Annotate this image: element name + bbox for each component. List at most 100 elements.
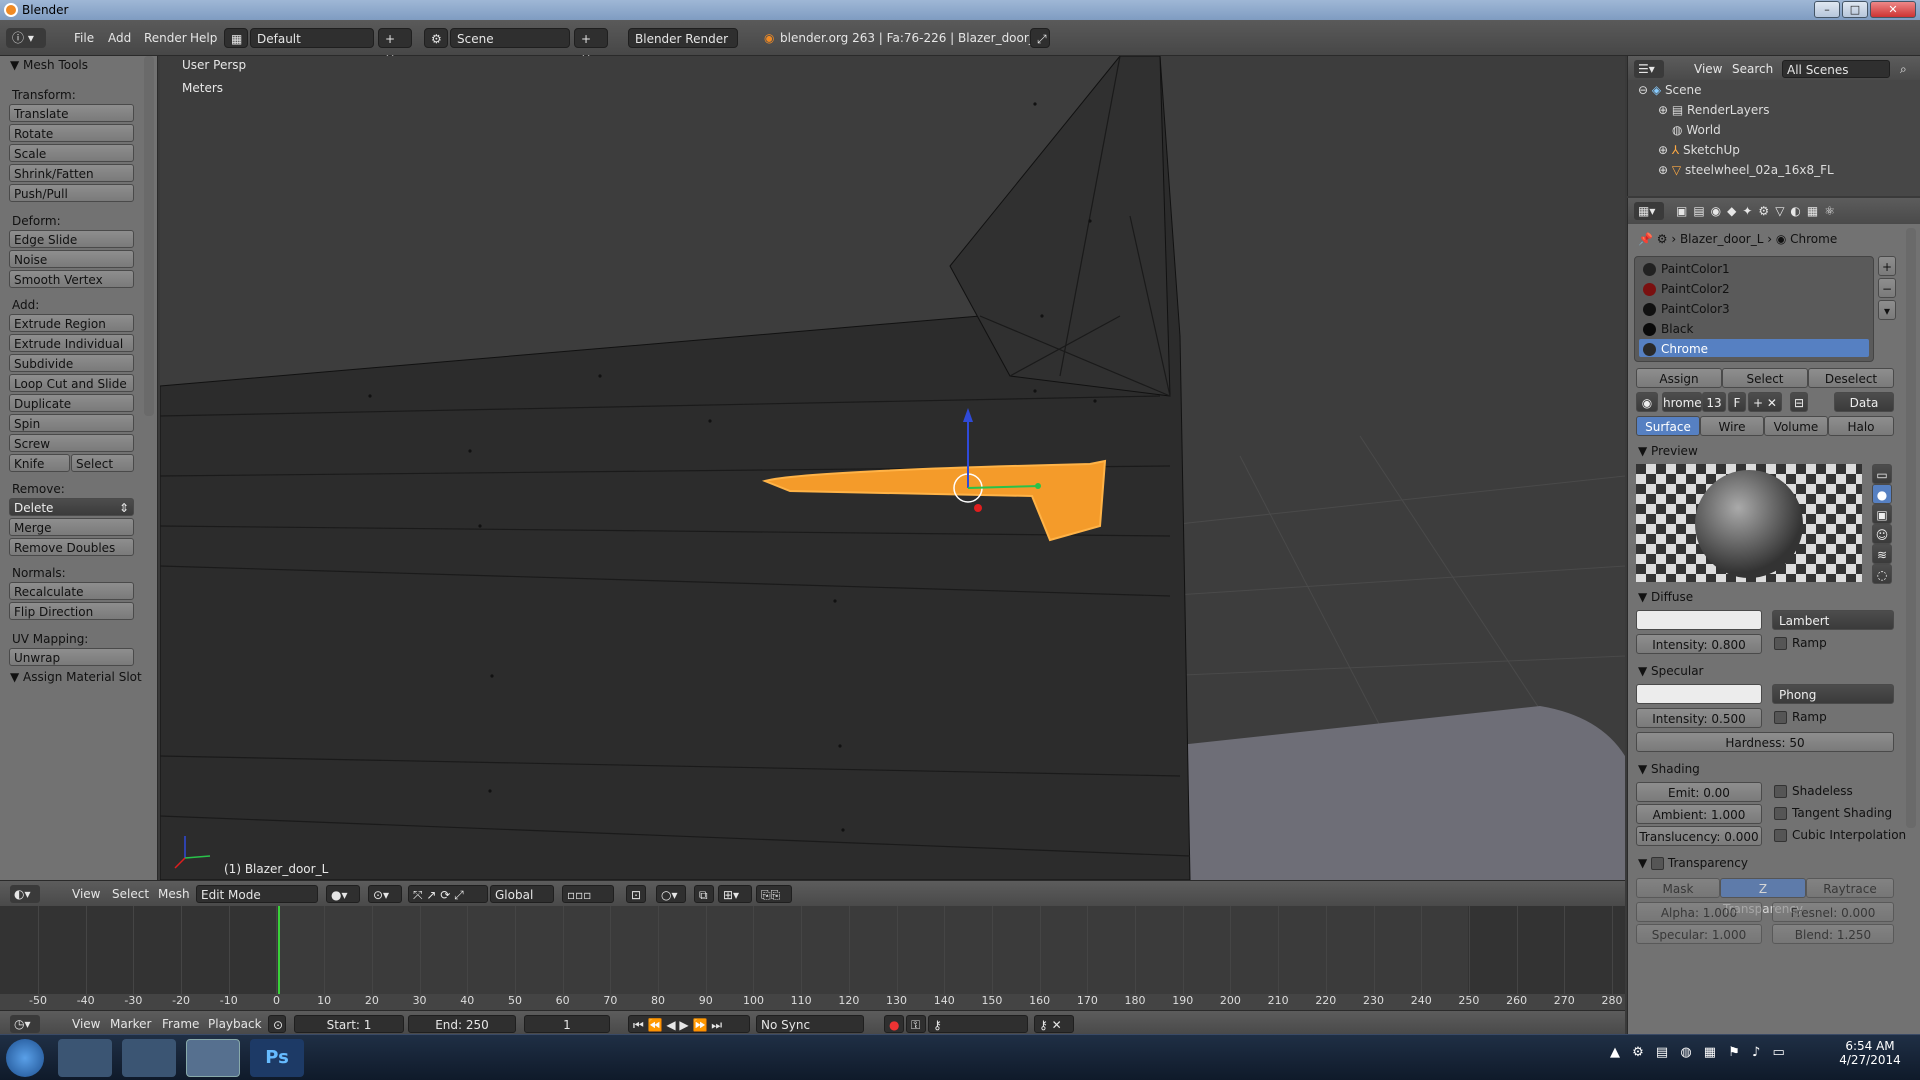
- spin-button[interactable]: Spin: [9, 414, 134, 432]
- translucency-field[interactable]: Translucency: 0.000: [1636, 826, 1762, 846]
- playback-controls-icon[interactable]: ⏮ ⏪ ◀ ▶ ⏩ ⏭: [628, 1015, 750, 1033]
- specular-shader-select[interactable]: Phong: [1772, 684, 1894, 704]
- noise-button[interactable]: Noise: [9, 250, 134, 268]
- transparency-panel-header[interactable]: ▼ Transparency: [1638, 856, 1748, 870]
- screen-layout-icon[interactable]: ▦: [224, 28, 248, 48]
- delete-dropdown[interactable]: Delete ⇕: [9, 498, 134, 516]
- transparency-checkbox[interactable]: [1651, 857, 1665, 870]
- loop-cut-button[interactable]: Loop Cut and Slide: [9, 374, 134, 392]
- deselect-button[interactable]: Deselect: [1808, 368, 1894, 388]
- shading-panel-header[interactable]: ▼ Shading: [1638, 762, 1700, 776]
- timeline-menu-frame[interactable]: Frame: [158, 1015, 203, 1033]
- blender-taskbar-icon[interactable]: [186, 1039, 240, 1077]
- recalculate-button[interactable]: Recalculate: [9, 582, 134, 600]
- preview-cube-icon[interactable]: ▣: [1872, 504, 1892, 524]
- slot-specials-icon[interactable]: ▾: [1878, 300, 1896, 320]
- specular-color-field[interactable]: [1636, 684, 1762, 704]
- flip-direction-button[interactable]: Flip Direction: [9, 602, 134, 620]
- rotate-button[interactable]: Rotate: [9, 124, 134, 142]
- remove-doubles-button[interactable]: Remove Doubles: [9, 538, 134, 556]
- material-name-field[interactable]: hrome: [1662, 392, 1702, 412]
- preview-monkey-icon[interactable]: ☺: [1872, 524, 1892, 544]
- trans-tab-mask[interactable]: Mask: [1636, 878, 1720, 898]
- ambient-field[interactable]: Ambient: 1.000: [1636, 804, 1762, 824]
- preview-panel-header[interactable]: ▼ Preview: [1638, 444, 1698, 458]
- menu-file[interactable]: File: [68, 28, 100, 48]
- timeline-ruler[interactable]: -50 -40 -30 -20 -10 0 10 20 30 40 50 60 70 80 90 100 110…: [0, 994, 1625, 1010]
- editor-type-icon[interactable]: ⓘ ▾: [6, 28, 46, 48]
- select-button[interactable]: Select: [1722, 368, 1808, 388]
- fresnel-field[interactable]: Fresnel: 0.000: [1772, 902, 1894, 922]
- knife-button[interactable]: Knife: [9, 454, 70, 472]
- hardness-field[interactable]: Hardness: 50: [1636, 732, 1894, 752]
- start-button-icon[interactable]: [6, 1039, 44, 1077]
- blend-field[interactable]: Blend: 1.250: [1772, 924, 1894, 944]
- screen-add-remove-icon[interactable]: + ✕: [378, 28, 412, 66]
- maximize-button[interactable]: □: [1842, 1, 1868, 18]
- orientation-select[interactable]: Global: [490, 885, 554, 903]
- tab-halo[interactable]: Halo: [1828, 416, 1894, 436]
- manipulator-icons[interactable]: ⤧ ↗ ⟳ ⤢: [408, 885, 488, 903]
- tangent-shading-checkbox[interactable]: [1774, 807, 1787, 820]
- screen-layout-field[interactable]: Default: [250, 28, 374, 48]
- diffuse-ramp-checkbox[interactable]: [1774, 637, 1787, 650]
- diffuse-intensity-slider[interactable]: Intensity: 0.800: [1636, 634, 1762, 654]
- preview-range-icon[interactable]: ⊙: [268, 1015, 286, 1033]
- viewport-menu-select[interactable]: Select: [108, 885, 153, 903]
- push-pull-button[interactable]: Push/Pull: [9, 184, 134, 202]
- context-tab-icons[interactable]: ▣▤◉◆✦⚙▽◐▦⚛: [1672, 202, 1912, 220]
- diffuse-panel-header[interactable]: ▼ Diffuse: [1638, 590, 1693, 604]
- link-select[interactable]: Data: [1834, 392, 1894, 412]
- mode-select[interactable]: Edit Mode: [196, 885, 318, 903]
- scene-field[interactable]: Scene: [450, 28, 570, 48]
- toolshelf-scrollbar[interactable]: [144, 56, 154, 416]
- unwrap-button[interactable]: Unwrap: [9, 648, 134, 666]
- timeline-menu-view[interactable]: View: [68, 1015, 104, 1033]
- start-frame-field[interactable]: Start: 1: [294, 1015, 404, 1033]
- shading-select-icon[interactable]: ●▾: [326, 885, 360, 903]
- outliner-editor-type-icon[interactable]: ☰▾: [1634, 60, 1664, 78]
- scene-add-remove-icon[interactable]: + ✕: [574, 28, 608, 66]
- outliner-item-sketchup[interactable]: ⊕ ⅄ SketchUp: [1628, 140, 1920, 160]
- material-slot-paintcolor1[interactable]: PaintColor1: [1643, 259, 1863, 279]
- 3d-viewport[interactable]: User Persp Meters (1) Blazer_door_L: [160, 56, 1625, 880]
- diffuse-color-field[interactable]: [1636, 610, 1762, 630]
- extrude-region-button[interactable]: Extrude Region: [9, 314, 134, 332]
- outliner-item-world[interactable]: ◍ World: [1628, 120, 1920, 140]
- outliner-item-scene[interactable]: ⊖ ◈ Scene: [1628, 80, 1920, 100]
- properties-editor-type-icon[interactable]: ▦▾: [1634, 202, 1664, 220]
- smooth-vertex-button[interactable]: Smooth Vertex: [9, 270, 134, 288]
- shrink-fatten-button[interactable]: Shrink/Fatten: [9, 164, 134, 182]
- preview-type-buttons[interactable]: ▭ ● ▣ ☺ ≋ ◌: [1872, 464, 1894, 584]
- properties-editor[interactable]: ▦▾ ▣▤◉◆✦⚙▽◐▦⚛ 📌 ⚙ › Blazer_door_L › ◉ Ch…: [1627, 198, 1920, 1034]
- layer-buttons-icon[interactable]: ▫▫▫: [562, 885, 614, 903]
- material-add-remove-icon[interactable]: + ✕: [1748, 392, 1782, 412]
- pivot-select-icon[interactable]: ⊙▾: [368, 885, 402, 903]
- outliner-filter-select[interactable]: All Scenes: [1782, 60, 1890, 78]
- preview-sky-icon[interactable]: ◌: [1872, 564, 1892, 584]
- material-slot-chrome[interactable]: Chrome: [1643, 339, 1863, 359]
- tab-volume[interactable]: Volume: [1764, 416, 1828, 436]
- current-frame-line[interactable]: [278, 906, 280, 994]
- material-browse-icon[interactable]: ◉: [1636, 392, 1658, 412]
- timeline-menu-marker[interactable]: Marker: [106, 1015, 155, 1033]
- viewport-editor-type-icon[interactable]: ◐▾: [10, 885, 40, 903]
- record-icon[interactable]: ●: [884, 1015, 904, 1033]
- timeline-menu-playback[interactable]: Playback: [204, 1015, 266, 1033]
- keying-icon[interactable]: ⚿: [906, 1015, 926, 1033]
- trans-tab-ztransparency[interactable]: Z Transparency: [1720, 878, 1806, 916]
- timeline-editor-type-icon[interactable]: ◷▾: [10, 1015, 40, 1033]
- properties-scrollbar[interactable]: [1906, 228, 1916, 828]
- alpha-field[interactable]: Alpha: 1.000: [1636, 902, 1762, 922]
- screw-button[interactable]: Screw: [9, 434, 134, 452]
- proportional-edit-icon[interactable]: ○▾: [656, 885, 686, 903]
- shadeless-checkbox[interactable]: [1774, 785, 1787, 798]
- specular-intensity-slider[interactable]: Intensity: 0.500: [1636, 708, 1762, 728]
- fullscreen-icon[interactable]: ⤢: [1030, 28, 1050, 48]
- trans-tab-raytrace[interactable]: Raytrace: [1806, 878, 1894, 898]
- menu-help[interactable]: Help: [184, 28, 223, 48]
- tab-wire[interactable]: Wire: [1700, 416, 1764, 436]
- outliner-item-renderlayers[interactable]: ⊕ ▤ RenderLayers: [1628, 100, 1920, 120]
- snap-target-icon[interactable]: ⊞▾: [718, 885, 752, 903]
- fake-user-button[interactable]: F: [1728, 392, 1746, 412]
